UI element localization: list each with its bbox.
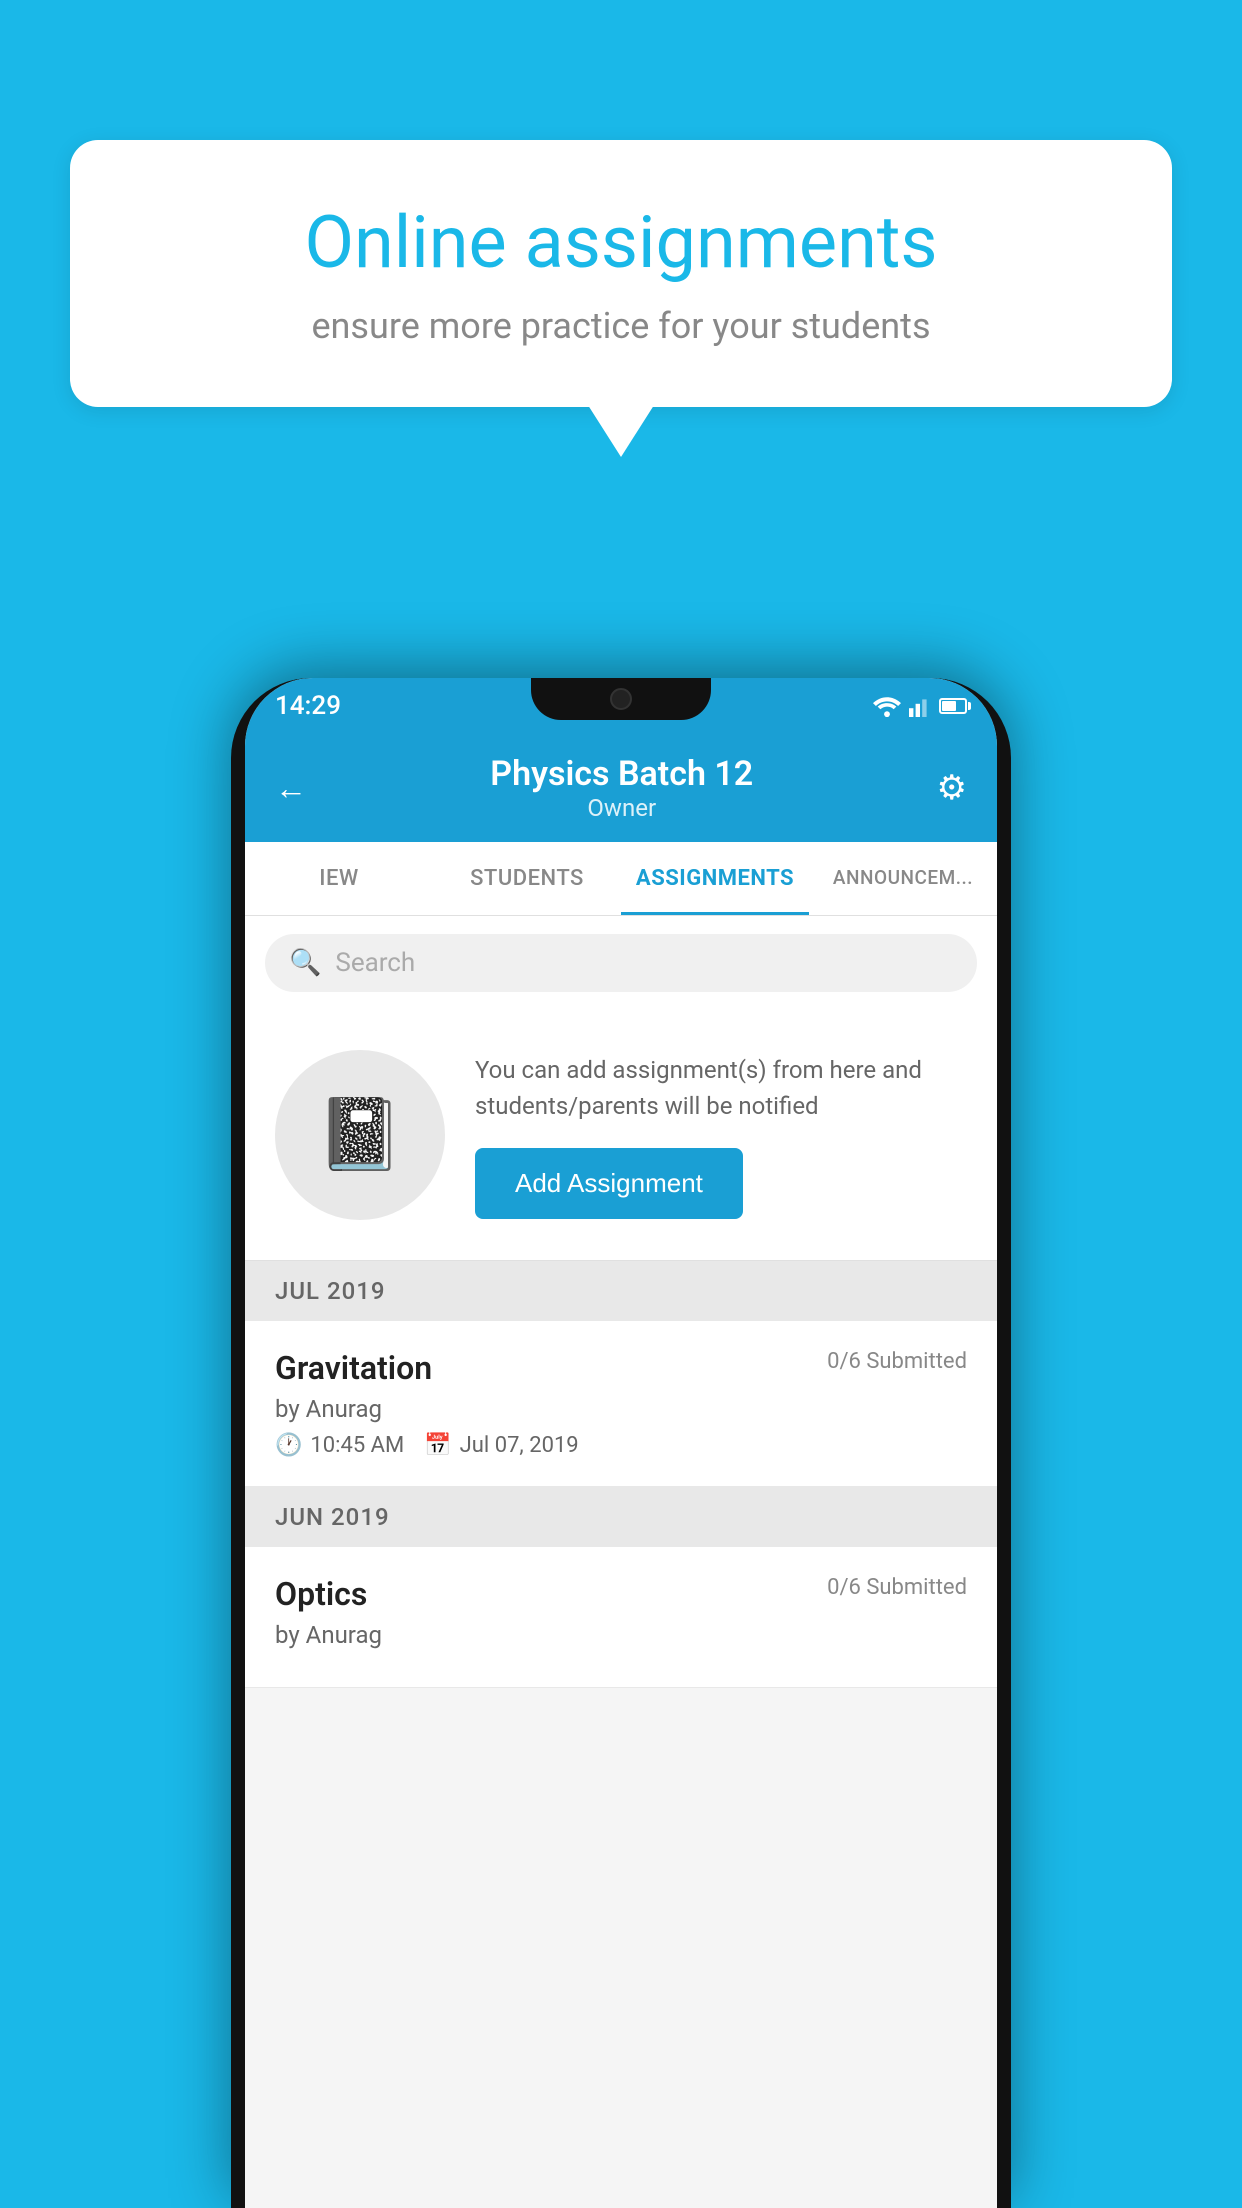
assignment-author-optics: by Anurag bbox=[275, 1621, 967, 1649]
clock-icon: 🕐 bbox=[275, 1433, 302, 1458]
battery-icon bbox=[939, 698, 967, 714]
assignment-row-top-optics: Optics 0/6 Submitted bbox=[275, 1575, 967, 1613]
app-header: ← Physics Batch 12 Owner ⚙ bbox=[245, 734, 997, 842]
add-assignment-promo: 📓 You can add assignment(s) from here an… bbox=[245, 1010, 997, 1261]
add-assignment-button[interactable]: Add Assignment bbox=[475, 1148, 743, 1219]
status-icons bbox=[873, 695, 967, 717]
tab-assignments[interactable]: ASSIGNMENTS bbox=[621, 842, 809, 915]
search-bar[interactable]: 🔍 Search bbox=[265, 934, 977, 992]
tab-students[interactable]: STUDENTS bbox=[433, 842, 621, 915]
section-header-jun: JUN 2019 bbox=[245, 1487, 997, 1547]
assignment-meta: 🕐 10:45 AM 📅 Jul 07, 2019 bbox=[275, 1433, 967, 1458]
assignment-submitted: 0/6 Submitted bbox=[827, 1349, 967, 1374]
assignment-item-optics[interactable]: Optics 0/6 Submitted by Anurag bbox=[245, 1547, 997, 1688]
back-button[interactable]: ← bbox=[275, 769, 307, 807]
promo-speech-bubble: Online assignments ensure more practice … bbox=[70, 140, 1172, 407]
search-icon: 🔍 bbox=[289, 948, 321, 978]
settings-icon[interactable]: ⚙ bbox=[937, 768, 967, 808]
assignment-item-gravitation[interactable]: Gravitation 0/6 Submitted by Anurag 🕐 10… bbox=[245, 1321, 997, 1487]
phone-screen: 14:29 ← Physics Ba bbox=[245, 678, 997, 2208]
header-title-area: Physics Batch 12 Owner bbox=[490, 754, 753, 822]
assignment-date: 📅 Jul 07, 2019 bbox=[424, 1433, 578, 1458]
tab-announcements[interactable]: ANNOUNCEM... bbox=[809, 842, 997, 915]
speech-bubble-card: Online assignments ensure more practice … bbox=[70, 140, 1172, 407]
search-placeholder: Search bbox=[335, 948, 415, 978]
calendar-icon: 📅 bbox=[424, 1433, 451, 1458]
phone-notch bbox=[531, 678, 711, 720]
tabs-bar: IEW STUDENTS ASSIGNMENTS ANNOUNCEM... bbox=[245, 842, 997, 916]
speech-bubble-title: Online assignments bbox=[150, 200, 1092, 285]
wifi-icon bbox=[873, 695, 901, 717]
assignment-row-top: Gravitation 0/6 Submitted bbox=[275, 1349, 967, 1387]
header-subtitle: Owner bbox=[490, 794, 753, 822]
phone-frame: 14:29 ← Physics Ba bbox=[231, 678, 1011, 2208]
promo-content: You can add assignment(s) from here and … bbox=[475, 1052, 967, 1219]
assignment-author: by Anurag bbox=[275, 1395, 967, 1423]
assignment-submitted-optics: 0/6 Submitted bbox=[827, 1575, 967, 1600]
status-time: 14:29 bbox=[275, 691, 341, 721]
notebook-icon: 📓 bbox=[316, 1094, 403, 1176]
assignment-time: 🕐 10:45 AM bbox=[275, 1433, 404, 1458]
promo-icon-circle: 📓 bbox=[275, 1050, 445, 1220]
header-title: Physics Batch 12 bbox=[490, 754, 753, 794]
tab-iew[interactable]: IEW bbox=[245, 842, 433, 915]
promo-description: You can add assignment(s) from here and … bbox=[475, 1052, 967, 1124]
speech-bubble-subtitle: ensure more practice for your students bbox=[150, 305, 1092, 347]
assignment-name-optics: Optics bbox=[275, 1575, 367, 1613]
search-container: 🔍 Search bbox=[245, 916, 997, 1010]
phone-camera bbox=[610, 688, 632, 710]
assignment-name: Gravitation bbox=[275, 1349, 432, 1387]
signal-icon bbox=[909, 695, 931, 717]
section-header-jul: JUL 2019 bbox=[245, 1261, 997, 1321]
